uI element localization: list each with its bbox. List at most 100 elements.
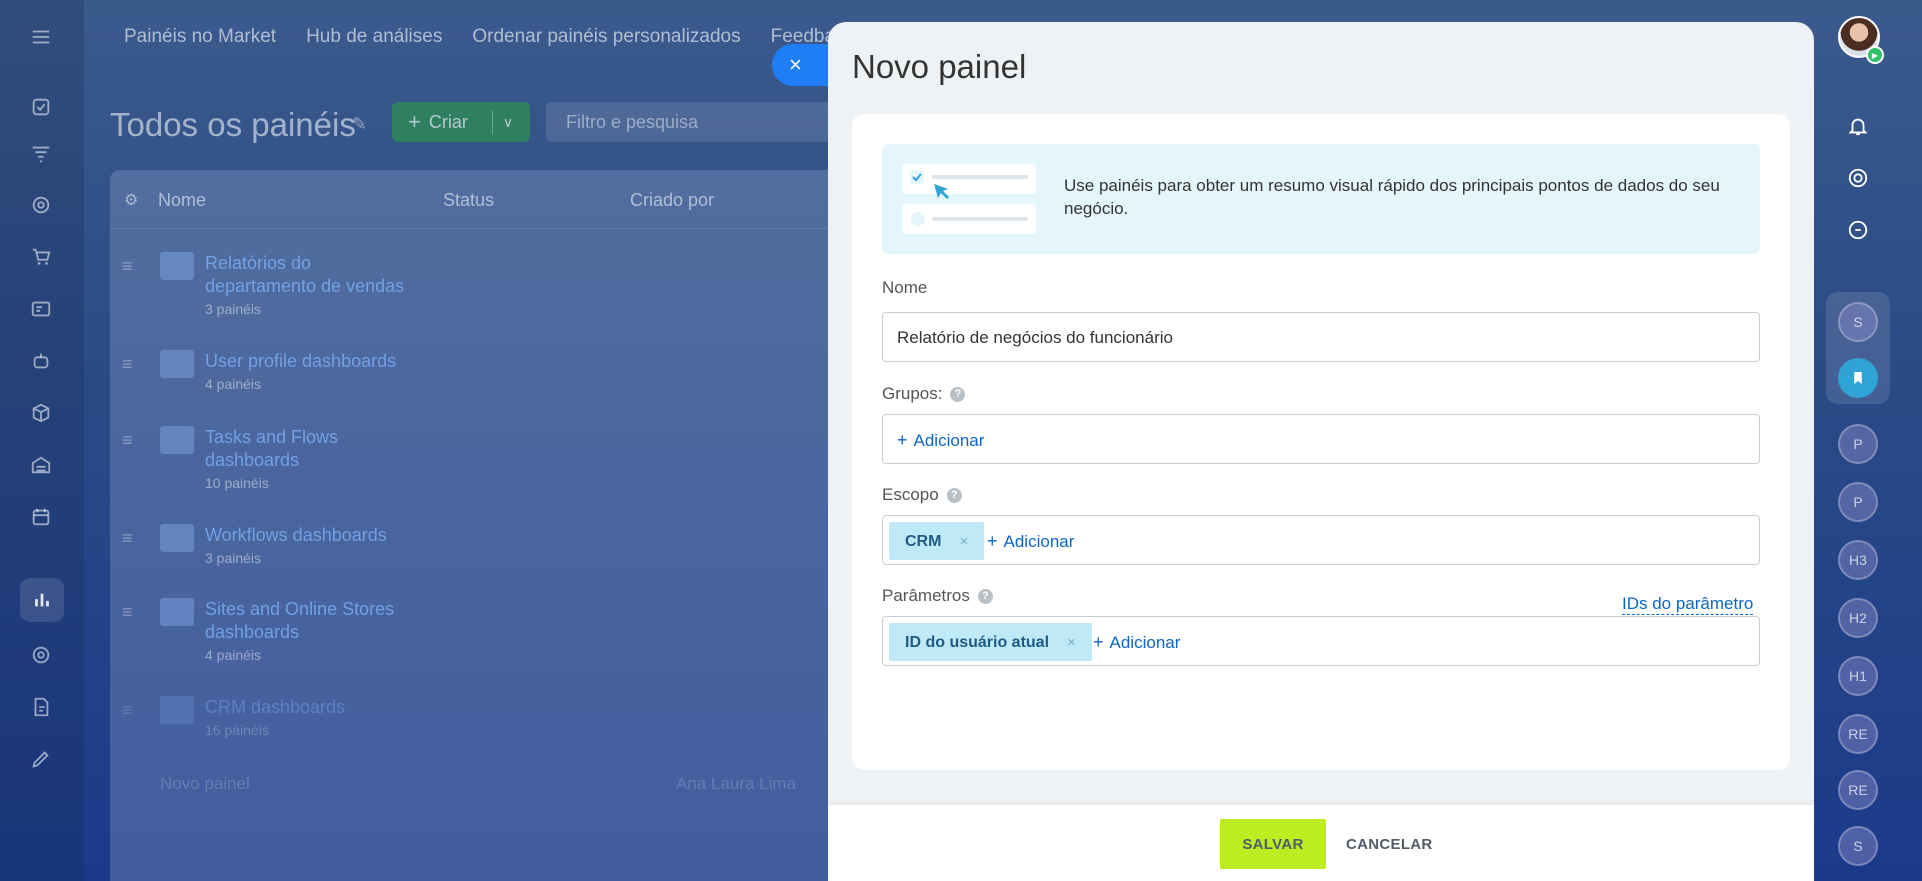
row-name[interactable]: CRM dashboards xyxy=(205,697,345,717)
remove-tag-icon[interactable]: × xyxy=(959,533,968,550)
row-name-faded[interactable]: Novo painel xyxy=(160,774,250,794)
param-ids-link[interactable]: IDs do parâmetro xyxy=(1622,594,1754,615)
new-dashboard-slider: Novo painel Use painéis para obter um re… xyxy=(828,22,1814,881)
row-name[interactable]: Relatórios do departamento de vendas xyxy=(205,253,404,296)
row-name[interactable]: Tasks and Flows dashboards xyxy=(205,427,338,470)
drag-handle-icon[interactable]: ≡ xyxy=(122,700,133,721)
chat-search-icon[interactable] xyxy=(1838,210,1878,250)
row-name[interactable]: User profile dashboards xyxy=(205,351,396,371)
add-group-link[interactable]: + Adicionar xyxy=(897,430,984,451)
create-button-label: Criar xyxy=(428,111,468,132)
nav-custom-dashboards[interactable]: Ordenar painéis personalizados xyxy=(472,26,740,48)
row-count: 3 painéis xyxy=(205,301,262,317)
groups-field[interactable]: + Adicionar xyxy=(882,414,1760,464)
pencil-icon[interactable] xyxy=(28,746,54,772)
menu-icon[interactable] xyxy=(28,24,54,50)
cart-icon[interactable] xyxy=(28,244,54,270)
funnel-icon[interactable] xyxy=(28,141,54,167)
warehouse-icon[interactable] xyxy=(28,452,54,478)
table-settings-gear-icon[interactable]: ⚙ xyxy=(124,190,138,210)
add-scope-link[interactable]: + Adicionar xyxy=(987,531,1074,552)
plus-icon: + xyxy=(1093,632,1104,652)
row-name[interactable]: Sites and Online Stores dashboards xyxy=(205,599,394,642)
chevron-down-icon[interactable]: ∨ xyxy=(503,114,513,131)
hint-text: Use painéis para obter um resumo visual … xyxy=(1064,176,1720,218)
params-label: Parâmetros? xyxy=(882,586,993,606)
save-button[interactable]: SALVAR xyxy=(1220,819,1326,869)
drag-handle-icon[interactable]: ≡ xyxy=(122,430,133,451)
plus-icon: + xyxy=(897,430,908,450)
scope-tag: CRM × xyxy=(889,522,985,560)
filter-search-input[interactable]: Filtro e pesquisa xyxy=(546,102,846,142)
params-label-text: Parâmetros xyxy=(882,586,970,605)
form-card: Use painéis para obter um resumo visual … xyxy=(852,114,1790,770)
tasks-icon[interactable] xyxy=(28,94,54,120)
column-header-status[interactable]: Status xyxy=(443,190,494,211)
settings-icon[interactable] xyxy=(28,642,54,668)
help-icon[interactable]: ? xyxy=(946,488,962,503)
robot-icon[interactable] xyxy=(28,348,54,374)
analytics-icon[interactable] xyxy=(20,578,64,622)
name-field[interactable]: Relatório de negócios do funcionário xyxy=(882,312,1760,362)
folder-icon xyxy=(160,524,194,552)
close-icon: × xyxy=(789,52,802,77)
nav-market[interactable]: Painéis no Market xyxy=(124,26,276,48)
row-count: 4 painéis xyxy=(205,376,262,392)
right-avatar-s[interactable]: S xyxy=(1838,302,1878,342)
folder-icon xyxy=(160,598,194,626)
params-field[interactable]: ID do usuário atual × + Adicionar xyxy=(882,616,1760,666)
add-param-label: Adicionar xyxy=(1109,633,1181,652)
name-label: Nome xyxy=(882,278,928,297)
scope-label: Escopo? xyxy=(882,485,962,505)
cancel-button[interactable]: CANCELAR xyxy=(1346,819,1433,869)
drag-handle-icon[interactable]: ≡ xyxy=(122,354,133,375)
box-icon[interactable] xyxy=(28,400,54,426)
top-navigation: Painéis no Market Hub de análises Ordena… xyxy=(124,26,854,48)
column-header-name[interactable]: Nome xyxy=(158,190,206,211)
create-divider xyxy=(491,110,493,134)
remove-tag-icon[interactable]: × xyxy=(1067,634,1076,651)
right-avatar-s2[interactable]: S xyxy=(1838,826,1878,866)
help-icon[interactable]: ? xyxy=(950,387,966,402)
row-count: 16 painéis xyxy=(205,722,269,738)
right-avatar-h2[interactable]: H2 xyxy=(1838,598,1878,638)
info-hint-box: Use painéis para obter um resumo visual … xyxy=(882,144,1760,254)
param-tag: ID do usuário atual × xyxy=(889,623,1092,661)
plus-icon: + xyxy=(408,109,421,134)
target-icon[interactable] xyxy=(28,192,54,218)
param-tag-label: ID do usuário atual xyxy=(905,634,1050,651)
plus-icon: + xyxy=(987,531,998,551)
right-avatar-re[interactable]: RE xyxy=(1838,714,1878,754)
add-group-label: Adicionar xyxy=(913,431,985,450)
bell-icon[interactable] xyxy=(1838,106,1878,146)
page-title: Todos os painéis xyxy=(110,106,356,143)
row-count: 3 painéis xyxy=(205,550,262,566)
right-avatar-re2[interactable]: RE xyxy=(1838,770,1878,810)
copilot-icon[interactable] xyxy=(1838,158,1878,198)
calendar-icon[interactable] xyxy=(28,504,54,530)
contacts-icon[interactable] xyxy=(28,296,54,322)
row-name[interactable]: Workflows dashboards xyxy=(205,525,387,545)
right-avatar-h3[interactable]: H3 xyxy=(1838,540,1878,580)
help-icon[interactable]: ? xyxy=(977,589,993,604)
drag-handle-icon[interactable]: ≡ xyxy=(122,528,133,549)
drag-handle-icon[interactable]: ≡ xyxy=(122,256,133,277)
pin-icon[interactable]: ✎ xyxy=(352,114,367,135)
online-status-icon: ▶ xyxy=(1866,46,1884,64)
left-sidebar xyxy=(0,0,84,881)
right-avatar-p[interactable]: P xyxy=(1838,424,1878,464)
add-scope-label: Adicionar xyxy=(1003,532,1075,551)
dashboard-illustration-icon xyxy=(902,164,1036,234)
right-avatar-h1[interactable]: H1 xyxy=(1838,656,1878,696)
create-button[interactable]: + Criar ∨ xyxy=(392,102,530,142)
drag-handle-icon[interactable]: ≡ xyxy=(122,602,133,623)
document-edit-icon[interactable] xyxy=(28,694,54,720)
slider-footer: SALVAR CANCELAR xyxy=(828,805,1814,881)
column-header-created-by[interactable]: Criado por xyxy=(630,190,714,211)
scope-field[interactable]: CRM × + Adicionar xyxy=(882,515,1760,565)
right-avatar-p2[interactable]: P xyxy=(1838,482,1878,522)
nav-analytics-hub[interactable]: Hub de análises xyxy=(306,26,442,48)
add-param-link[interactable]: + Adicionar xyxy=(1093,632,1180,653)
row-count: 4 painéis xyxy=(205,647,262,663)
bookmark-icon[interactable] xyxy=(1838,358,1878,398)
